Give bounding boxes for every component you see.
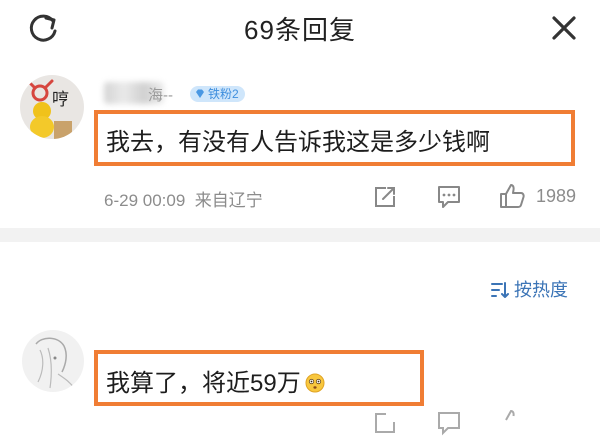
like-count: 1989: [536, 186, 577, 206]
sketch-avatar-icon: [35, 337, 75, 389]
sort-label: 按热度: [514, 280, 568, 300]
avatar[interactable]: [22, 330, 84, 392]
page-title: 69条回复: [244, 15, 356, 45]
flushed-face-icon: [305, 373, 325, 393]
comment-text: 我算了，将近59万: [106, 363, 325, 398]
comment-text: 我去，有没有人告诉我这是多少钱啊: [106, 129, 490, 156]
avatar[interactable]: 哼: [20, 75, 84, 139]
comment-date: 6-29 00:09: [104, 191, 186, 210]
sort-icon: [491, 282, 509, 298]
avatar-text: 哼: [52, 90, 69, 110]
fan-badge[interactable]: 铁粉2: [190, 86, 245, 102]
comment-location: 来自辽宁: [194, 191, 263, 210]
username[interactable]: 海--: [104, 82, 192, 104]
sort-button[interactable]: 按热度: [490, 276, 568, 302]
thumbs-up-icon[interactable]: [498, 408, 526, 436]
close-icon[interactable]: [546, 10, 582, 46]
diamond-icon: [196, 89, 204, 98]
comment-meta: 6-29 00:09 来自辽宁: [104, 186, 263, 211]
share-icon[interactable]: [372, 410, 398, 436]
share-icon[interactable]: [372, 184, 398, 210]
comment-text-content: 我算了，将近59万: [106, 370, 301, 397]
comment-icon[interactable]: [436, 184, 462, 210]
top-bar: 69条回复: [0, 0, 600, 62]
comment-icon[interactable]: [436, 410, 462, 436]
thumbs-up-icon[interactable]: [498, 182, 526, 210]
section-divider: [0, 228, 600, 242]
fan-badge-label: 铁粉2: [208, 87, 239, 101]
username-text: 海--: [148, 87, 173, 104]
